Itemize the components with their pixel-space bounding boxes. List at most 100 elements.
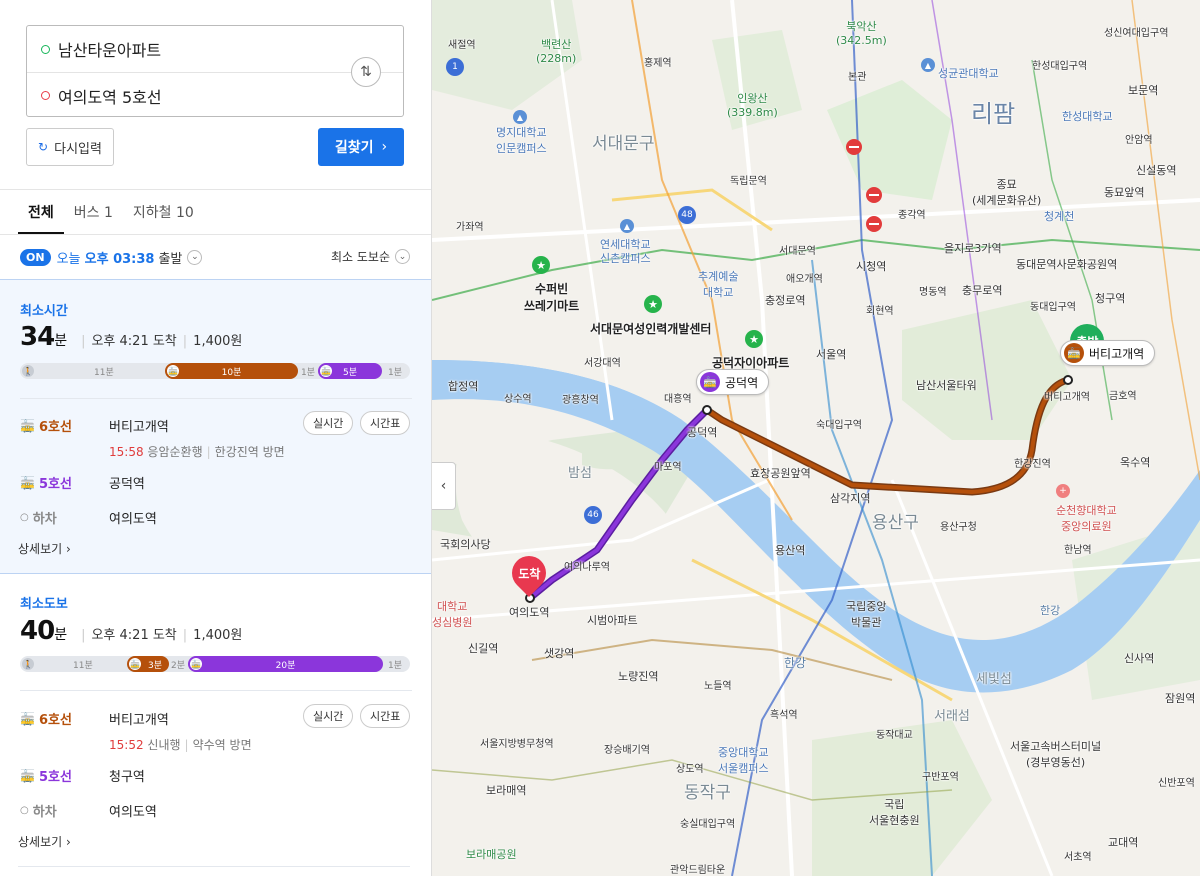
refresh-icon: ↻ bbox=[38, 140, 49, 154]
detail-link[interactable]: 상세보기 › bbox=[18, 540, 71, 557]
poi-label: 서대문여성인력개발센터 bbox=[590, 322, 712, 336]
station-label: 서울역 bbox=[816, 348, 847, 361]
station-label: 상도역 bbox=[676, 764, 704, 775]
station-label: 충정로역 bbox=[765, 294, 806, 307]
station-label: 한강진역 bbox=[1014, 459, 1051, 470]
swap-button[interactable]: ⇅ bbox=[351, 57, 381, 87]
departure-day: 오늘 bbox=[56, 251, 81, 267]
find-label: 길찾기 bbox=[334, 140, 374, 156]
station-label: 삼각지역 bbox=[830, 492, 871, 505]
poi-label: 중앙대학교 서울캠퍼스 bbox=[718, 746, 769, 775]
origin-field[interactable]: 남산타운아파트 bbox=[27, 26, 403, 72]
subway-icon: 🚋 bbox=[129, 658, 141, 670]
seg-line5: 🚋 20분 bbox=[188, 656, 383, 672]
route-minutes-unit: 분 bbox=[54, 333, 68, 349]
station-name: 여의도역 bbox=[109, 512, 157, 527]
route-card-least-walk[interactable]: 최소도보 40 분 | 오후 4:21 도착 | 1,400원 🚶 11분 🚋 … bbox=[0, 574, 431, 876]
station-label: 보문역 bbox=[1128, 84, 1159, 97]
poi-label: 순천향대학교 중앙의료원 bbox=[1056, 504, 1117, 533]
timetable-chip[interactable]: 시간표 bbox=[360, 704, 411, 728]
station-label: 신반포역 bbox=[1158, 778, 1195, 789]
realtime-chip[interactable]: 실시간 bbox=[303, 704, 354, 728]
station-label: 용산역 bbox=[775, 544, 806, 557]
transfer-stop bbox=[702, 405, 712, 415]
timetable-chip[interactable]: 시간표 bbox=[360, 411, 411, 435]
poi-label: 한성대학교 bbox=[1062, 110, 1113, 123]
origin-stop bbox=[1063, 375, 1073, 385]
subway-icon: 🚋 bbox=[320, 365, 332, 377]
departure-label: 출발 bbox=[158, 251, 183, 267]
station-label: 서초역 bbox=[1064, 852, 1092, 863]
seg-walk-end: 1분 bbox=[388, 368, 403, 378]
realtime-chip[interactable]: 실시간 bbox=[303, 411, 354, 435]
destination-text: 여의도역 5호선 bbox=[58, 87, 162, 107]
station-label: 여의나루역 bbox=[564, 562, 610, 573]
sort-dropdown[interactable]: 최소 도보순 ⌄ bbox=[331, 248, 410, 265]
station-label: 합정역 bbox=[448, 380, 479, 393]
seg-walk-end: 1분 bbox=[388, 661, 403, 671]
tab-bus[interactable]: 버스 1 bbox=[64, 190, 123, 234]
river-label: 한강 bbox=[784, 656, 807, 670]
chevron-down-icon[interactable]: ⌄ bbox=[187, 249, 203, 265]
area-label: 세빛섬 bbox=[976, 672, 1012, 687]
subway-icon: 🚋 bbox=[20, 711, 35, 726]
start-station-bubble[interactable]: 🚋 버티고개역 bbox=[1060, 340, 1156, 366]
transfer-station-bubble[interactable]: 🚋 공덕역 bbox=[696, 369, 770, 395]
route-fare: 1,400원 bbox=[193, 334, 243, 349]
station-label: 공덕역 bbox=[687, 426, 718, 439]
subway-icon: 🚋 bbox=[20, 418, 35, 433]
tab-subway[interactable]: 지하철 10 bbox=[123, 190, 204, 234]
station-label: 한남역 bbox=[1064, 545, 1092, 556]
station-label: 샛강역 bbox=[544, 647, 575, 660]
poi-label: 시범아파트 bbox=[587, 614, 638, 627]
departure-bar: ON 오늘 오후 03:38 출발 ⌄ 최소 도보순 ⌄ bbox=[20, 246, 410, 268]
find-route-button[interactable]: 길찾기 › bbox=[318, 128, 404, 166]
station-label: 옥수역 bbox=[1120, 456, 1151, 469]
transport-tabs: 전체 버스 1 지하철 10 bbox=[18, 190, 204, 234]
route-tag: 최소도보 bbox=[20, 597, 68, 612]
station-label: 청구역 bbox=[1095, 292, 1126, 305]
station-label: 상수역 bbox=[504, 394, 532, 405]
area-label: 밤섬 bbox=[568, 466, 592, 481]
road-closed-icon bbox=[866, 216, 882, 232]
route-minutes: 40 bbox=[20, 616, 55, 646]
chevron-left-icon: ‹ bbox=[440, 478, 447, 494]
route-search-box: 남산타운아파트 여의도역 5호선 ⇅ bbox=[26, 25, 404, 117]
station-label: 동대문역사문화공원역 bbox=[1016, 258, 1118, 271]
mountain-label: 인왕산 (339.8m) bbox=[727, 92, 778, 119]
station-label: 회현역 bbox=[866, 306, 894, 317]
road-number-icon: 46 bbox=[584, 506, 602, 524]
on-badge[interactable]: ON bbox=[20, 248, 51, 266]
poi-label: 국회의사당 bbox=[440, 538, 491, 551]
station-name: 버티고개역 bbox=[109, 420, 169, 435]
subway-icon: 🚋 bbox=[20, 768, 35, 783]
detail-link[interactable]: 상세보기 › bbox=[18, 833, 71, 850]
map-view[interactable]: 출발 도착 🚋 버티고개역 🚋 공덕역 ★ ★ ★ 1 48 46 ▲ ▲ ▲ … bbox=[432, 0, 1200, 876]
collapse-panel-button[interactable]: ‹ bbox=[432, 462, 456, 510]
poi-label: 종묘 (세계문화유산) bbox=[972, 178, 1042, 207]
route-summary: 34 분 | 오후 4:21 도착 | 1,400원 bbox=[20, 322, 243, 352]
station-label: 서대문역 bbox=[779, 246, 816, 257]
station-label: 성신여대입구역 bbox=[1104, 28, 1169, 39]
tab-all[interactable]: 전체 bbox=[18, 190, 64, 234]
route-card-fastest[interactable]: 최소시간 34 분 | 오후 4:21 도착 | 1,400원 🚶 11분 🚋 … bbox=[0, 279, 431, 574]
seg-transfer: 1분 bbox=[301, 368, 316, 378]
station-label: 보라매역 bbox=[486, 784, 527, 797]
station-label: 안암역 bbox=[1125, 135, 1153, 146]
destination-field[interactable]: 여의도역 5호선 bbox=[27, 72, 403, 118]
alight-icon: ○ bbox=[20, 512, 29, 523]
reset-button[interactable]: ↻ 다시입력 bbox=[26, 128, 114, 166]
star-icon: ★ bbox=[745, 330, 763, 348]
station-name: 버티고개역 bbox=[109, 713, 169, 728]
line5-label: 🚋 5호선 bbox=[20, 475, 72, 493]
station-label: 동대입구역 bbox=[1030, 302, 1076, 313]
station-label: 숙대입구역 bbox=[816, 420, 862, 431]
seg-line5: 🚋 5분 bbox=[318, 363, 382, 379]
poi-label: 청계천 bbox=[1044, 210, 1075, 223]
station-label: 노들역 bbox=[704, 681, 732, 692]
departure-time[interactable]: 오후 03:38 bbox=[85, 248, 155, 267]
poi-label: 대학교 성심병원 bbox=[432, 600, 473, 629]
poi-label: 용산구청 bbox=[940, 522, 977, 533]
station-label: 숭실대입구역 bbox=[680, 819, 736, 830]
route-tag: 최소시간 bbox=[20, 304, 68, 319]
